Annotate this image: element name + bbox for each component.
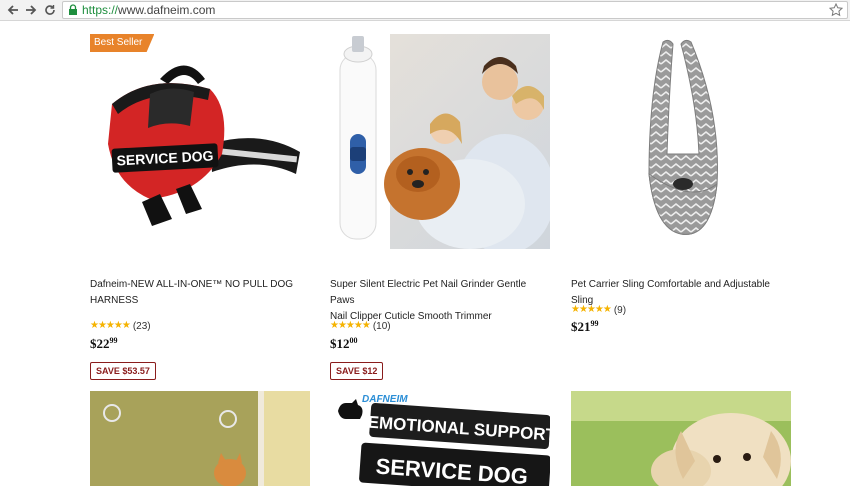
rating: ★★★★★ (9) (571, 304, 626, 316)
product-title[interactable]: Super Silent Electric Pet Nail Grinder G… (330, 277, 550, 325)
price: $1200 (330, 336, 358, 352)
reload-button[interactable] (41, 2, 59, 18)
reload-icon (45, 5, 55, 15)
pet-sling-image (571, 34, 791, 249)
url-text: https://www.dafneim.com (82, 3, 215, 18)
puppy-image (571, 391, 791, 486)
price-cents: 99 (590, 319, 599, 328)
product-title[interactable]: Dafneim-NEW ALL-IN-ONE™ NO PULL DOG HARN… (90, 277, 310, 309)
service-dog-patch-image: DAFNEIM EMOTIONAL SUPPORT SERVICE DOG (330, 391, 550, 486)
review-count: (9) (613, 304, 627, 316)
product-card[interactable] (571, 391, 791, 486)
brand-logo-text: DAFNEIM (362, 394, 408, 405)
product-image[interactable] (571, 391, 791, 486)
product-card[interactable]: Super Silent Electric Pet Nail Grinder G… (330, 34, 550, 380)
nail-grinder-image (330, 34, 550, 249)
review-count: (23) (132, 320, 151, 332)
stars-icon: ★★★★★ (90, 320, 131, 331)
product-card[interactable]: SERVICE DOG Best Seller Dafneim-NEW ALL-… (90, 34, 310, 380)
price-dollars: $12 (330, 336, 350, 351)
price-dollars: $21 (571, 319, 591, 334)
product-grid: SERVICE DOG Best Seller Dafneim-NEW ALL-… (0, 21, 850, 486)
product-card[interactable]: Pet Carrier Sling Comfortable and Adjust… (571, 34, 791, 334)
review-count: (10) (372, 320, 391, 332)
price: $2199 (571, 319, 599, 335)
save-badge: SAVE $12 (330, 362, 384, 380)
product-image[interactable] (90, 391, 310, 486)
product-card[interactable]: DAFNEIM EMOTIONAL SUPPORT SERVICE DOG (330, 391, 550, 486)
url-scheme: https:// (82, 3, 119, 17)
lock-icon (69, 4, 77, 15)
rating: ★★★★★ (10) (330, 320, 391, 332)
stars-icon: ★★★★★ (571, 304, 612, 315)
harness-image: SERVICE DOG (90, 34, 310, 249)
product-title-line: Dafneim-NEW ALL-IN-ONE™ NO PULL DOG (90, 279, 294, 290)
product-image[interactable]: DAFNEIM EMOTIONAL SUPPORT SERVICE DOG (330, 391, 550, 486)
price-dollars: $22 (90, 336, 110, 351)
arrow-left-icon (7, 5, 18, 15)
back-button[interactable] (4, 2, 22, 18)
address-bar[interactable]: https://www.dafneim.com (62, 1, 848, 19)
price-cents: 99 (109, 336, 118, 345)
browser-toolbar: https://www.dafneim.com (0, 0, 850, 21)
product-image[interactable] (330, 34, 550, 249)
url-host: www.dafneim.com (118, 3, 216, 17)
arrow-right-icon (26, 5, 37, 15)
product-image[interactable] (571, 34, 791, 249)
product-card[interactable] (90, 391, 310, 486)
window-perch-image (90, 391, 310, 486)
rating: ★★★★★ (23) (90, 320, 151, 332)
forward-button[interactable] (22, 2, 40, 18)
product-title-line: Super Silent Electric Pet Nail Grinder G… (330, 279, 527, 306)
product-image[interactable]: SERVICE DOG Best Seller (90, 34, 310, 249)
best-seller-badge: Best Seller (90, 34, 155, 52)
stars-icon: ★★★★★ (330, 320, 371, 331)
price-cents: 00 (349, 336, 358, 345)
bookmark-star-icon[interactable] (829, 3, 843, 17)
product-title-line: HARNESS (90, 295, 139, 306)
price: $2299 (90, 336, 118, 352)
save-badge: SAVE $53.57 (90, 362, 156, 380)
